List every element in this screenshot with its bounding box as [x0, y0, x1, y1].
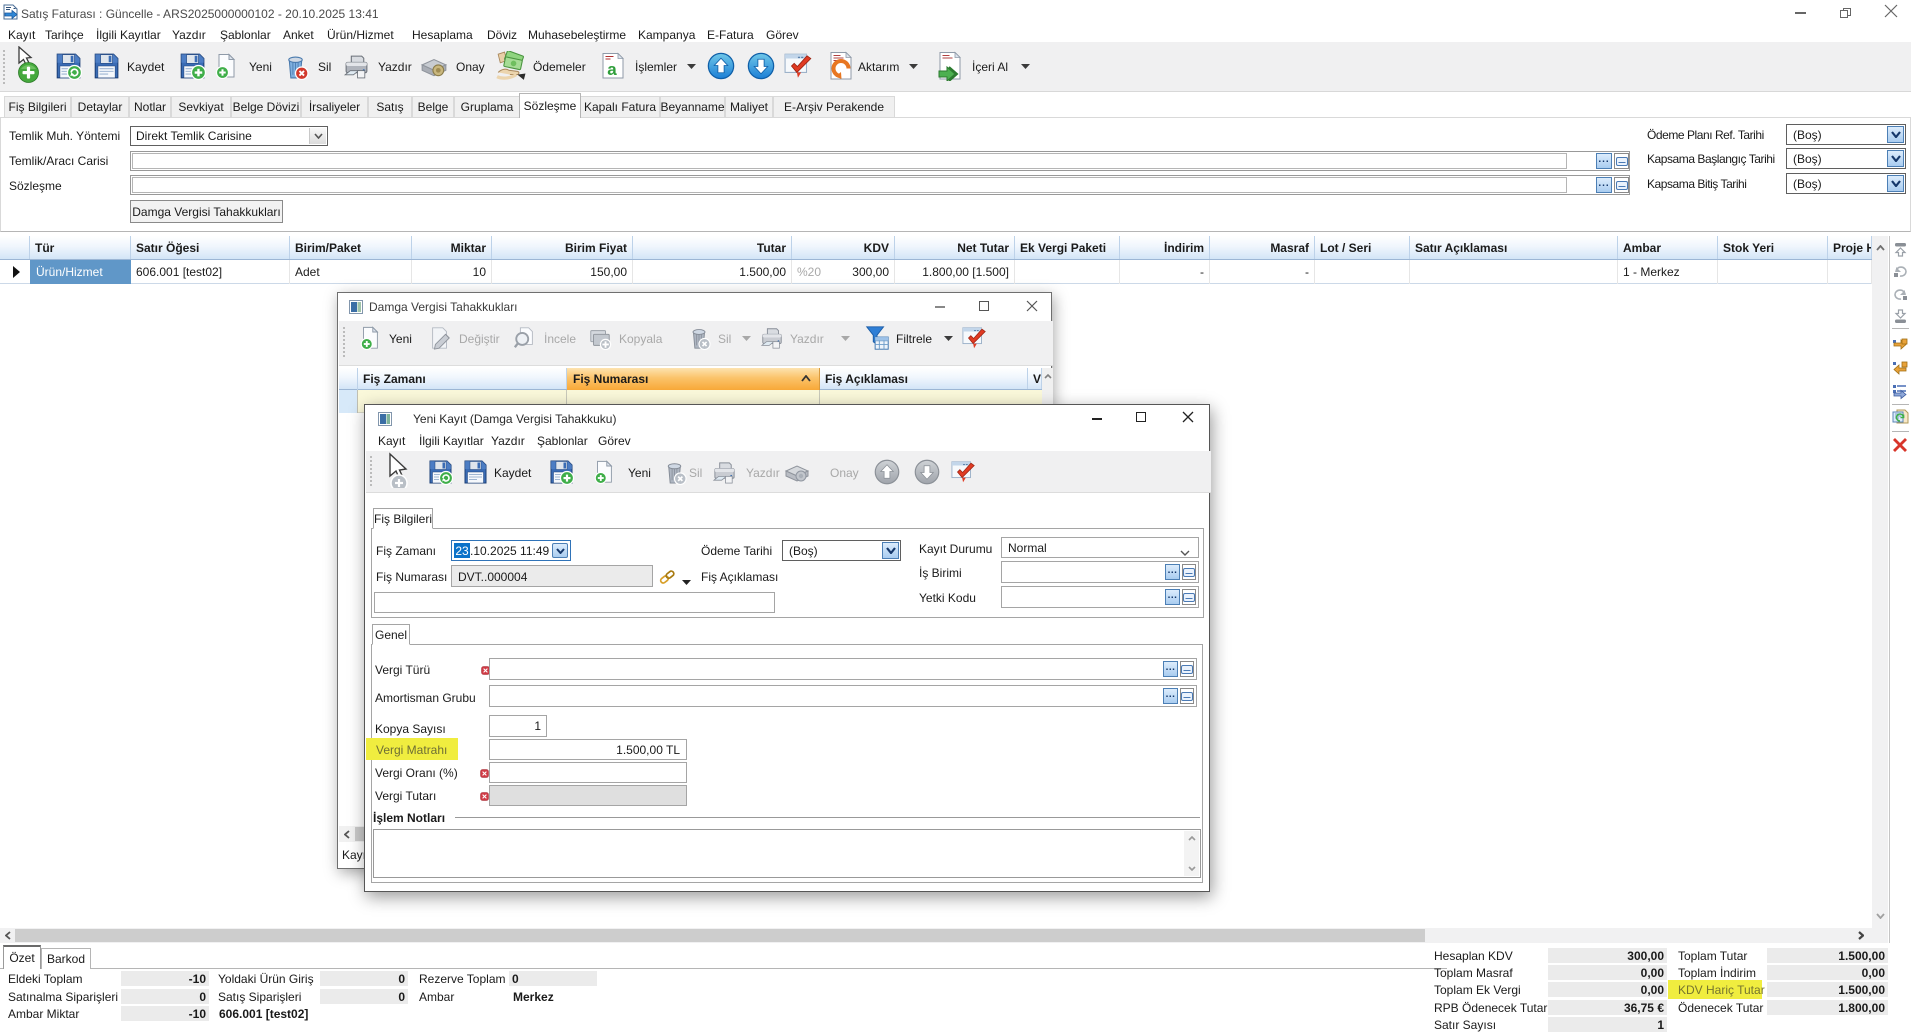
svg-text:a: a — [607, 60, 617, 79]
